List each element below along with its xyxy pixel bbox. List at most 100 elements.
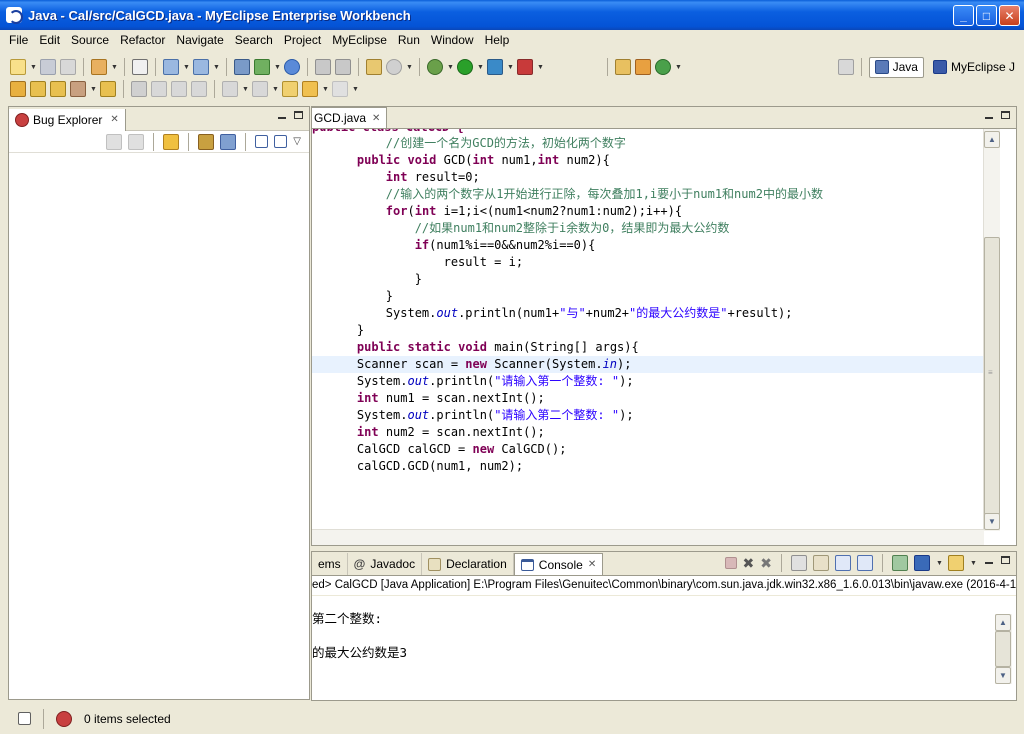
menu-edit[interactable]: Edit	[34, 33, 66, 47]
maximize-view-icon[interactable]	[294, 111, 303, 119]
minimize-button[interactable]: _	[953, 5, 974, 26]
run-server-icon[interactable]	[254, 59, 270, 75]
open-console-icon[interactable]	[948, 555, 964, 571]
rocket-icon[interactable]	[70, 81, 86, 97]
open-perspective-icon[interactable]	[837, 59, 854, 75]
perspective-myeclipse[interactable]: MyEclipse J	[928, 57, 1020, 78]
pen-icon[interactable]	[151, 81, 167, 97]
overview-ruler[interactable]	[1000, 129, 1016, 545]
chevron-down-icon[interactable]: ▼	[111, 64, 118, 71]
remove-all-launches-icon[interactable]: ✖	[760, 555, 772, 572]
menu-help[interactable]: Help	[480, 33, 516, 47]
forward-arrow-icon[interactable]	[332, 81, 348, 97]
go-into-icon[interactable]	[106, 133, 123, 150]
save-icon[interactable]	[40, 59, 56, 75]
chevron-down-icon[interactable]: ▼	[406, 64, 413, 71]
sync-icon[interactable]	[163, 133, 180, 150]
minimize-view-icon[interactable]	[985, 117, 993, 119]
clear-console-icon[interactable]	[791, 555, 807, 571]
run-history-icon[interactable]	[487, 59, 503, 75]
chevron-down-icon[interactable]: ▼	[352, 86, 359, 93]
tab-console[interactable]: Console ✕	[513, 553, 604, 575]
web-browser-icon[interactable]	[284, 59, 300, 75]
menu-file[interactable]: File	[4, 33, 34, 47]
show-on-output-icon[interactable]	[835, 555, 851, 571]
open-folder-icon[interactable]	[30, 81, 46, 97]
previous-annotation-icon[interactable]	[252, 81, 268, 97]
chevron-down-icon[interactable]: ▼	[447, 64, 454, 71]
chevron-down-icon[interactable]: ▼	[242, 86, 249, 93]
view-menu-icon[interactable]: ▽	[293, 136, 301, 147]
open-file-icon[interactable]	[315, 59, 331, 75]
bug-icon[interactable]	[56, 710, 72, 727]
chevron-down-icon[interactable]: ▼	[970, 560, 977, 567]
console-vertical-scrollbar[interactable]: ▲ ▼	[995, 614, 1012, 684]
chevron-down-icon[interactable]: ▼	[537, 64, 544, 71]
remove-launch-icon[interactable]: ✖	[743, 555, 755, 572]
scroll-thumb[interactable]: ≡	[984, 237, 1000, 515]
next-annotation-icon[interactable]	[222, 81, 238, 97]
chevron-down-icon[interactable]: ▼	[30, 64, 37, 71]
toggle-mark-icon[interactable]	[171, 81, 187, 97]
server-run-icon[interactable]	[193, 59, 209, 75]
tab-javadoc[interactable]: @ Javadoc	[348, 553, 423, 575]
display-console-icon[interactable]	[914, 555, 930, 571]
chevron-down-icon[interactable]: ▼	[936, 560, 943, 567]
profile-icon[interactable]	[517, 59, 533, 75]
chevron-down-icon[interactable]: ▼	[183, 64, 190, 71]
new-server-icon[interactable]	[91, 59, 107, 75]
close-icon[interactable]: ✕	[372, 113, 380, 124]
chevron-down-icon[interactable]: ▼	[272, 86, 279, 93]
open-type-icon[interactable]	[10, 81, 26, 97]
scroll-down-icon[interactable]: ▼	[984, 513, 1000, 530]
close-icon[interactable]: ✕	[110, 114, 118, 125]
tab-problems[interactable]: ems	[312, 553, 348, 575]
edit-icon[interactable]	[220, 133, 237, 150]
show-whitespace-icon[interactable]	[191, 81, 207, 97]
scroll-thumb[interactable]	[995, 631, 1011, 667]
scroll-up-icon[interactable]: ▲	[995, 614, 1011, 631]
close-button[interactable]: ✕	[999, 5, 1020, 26]
chevron-down-icon[interactable]: ▼	[213, 64, 220, 71]
chevron-down-icon[interactable]: ▼	[507, 64, 514, 71]
tab-calgcd-java[interactable]: GCD.java ✕	[312, 107, 388, 128]
debug-icon[interactable]	[427, 59, 443, 75]
fast-view-icon[interactable]	[18, 712, 31, 725]
code-text-area[interactable]: public class CalGCD { //创建一个名为GCD的方法，初始化…	[312, 129, 984, 531]
pin-console-icon[interactable]	[892, 555, 908, 571]
menu-myeclipse[interactable]: MyEclipse	[327, 33, 393, 47]
menu-window[interactable]: Window	[426, 33, 480, 47]
scroll-lock-icon[interactable]	[813, 555, 829, 571]
scroll-up-icon[interactable]: ▲	[984, 131, 1000, 148]
minimize-view-icon[interactable]	[278, 117, 286, 119]
minimize-view-icon[interactable]	[985, 562, 993, 564]
menu-refactor[interactable]: Refactor	[115, 33, 171, 47]
maximize-view-icon[interactable]	[1001, 111, 1010, 119]
expand-all-icon[interactable]	[255, 135, 269, 148]
chevron-down-icon[interactable]: ▼	[675, 64, 682, 71]
tasks-icon[interactable]	[366, 59, 382, 75]
menu-run[interactable]: Run	[393, 33, 426, 47]
close-icon[interactable]: ✕	[588, 559, 596, 570]
refresh-icon[interactable]	[335, 59, 351, 75]
menu-search[interactable]: Search	[230, 33, 279, 47]
back-arrow-icon[interactable]	[302, 81, 318, 97]
chevron-down-icon[interactable]: ▼	[322, 86, 329, 93]
tab-bug-explorer[interactable]: Bug Explorer ✕	[9, 108, 126, 131]
arrow-right-icon[interactable]	[198, 133, 215, 150]
open-resource-icon[interactable]	[50, 81, 66, 97]
maximize-button[interactable]: □	[976, 5, 997, 26]
deploy-icon[interactable]	[163, 59, 179, 75]
new-class-icon[interactable]	[655, 59, 671, 75]
show-on-error-icon[interactable]	[857, 555, 873, 571]
run-icon[interactable]	[457, 59, 473, 75]
tab-declaration[interactable]: Declaration	[422, 553, 514, 575]
search-icon[interactable]	[131, 81, 147, 97]
scroll-down-icon[interactable]: ▼	[995, 667, 1011, 684]
deploy-project-icon[interactable]	[234, 59, 250, 75]
chevron-down-icon[interactable]: ▼	[274, 64, 281, 71]
perspective-java[interactable]: Java	[868, 56, 924, 78]
maximize-view-icon[interactable]	[1001, 556, 1010, 564]
new-package-icon[interactable]	[635, 59, 651, 75]
calendar-icon[interactable]	[132, 59, 148, 75]
